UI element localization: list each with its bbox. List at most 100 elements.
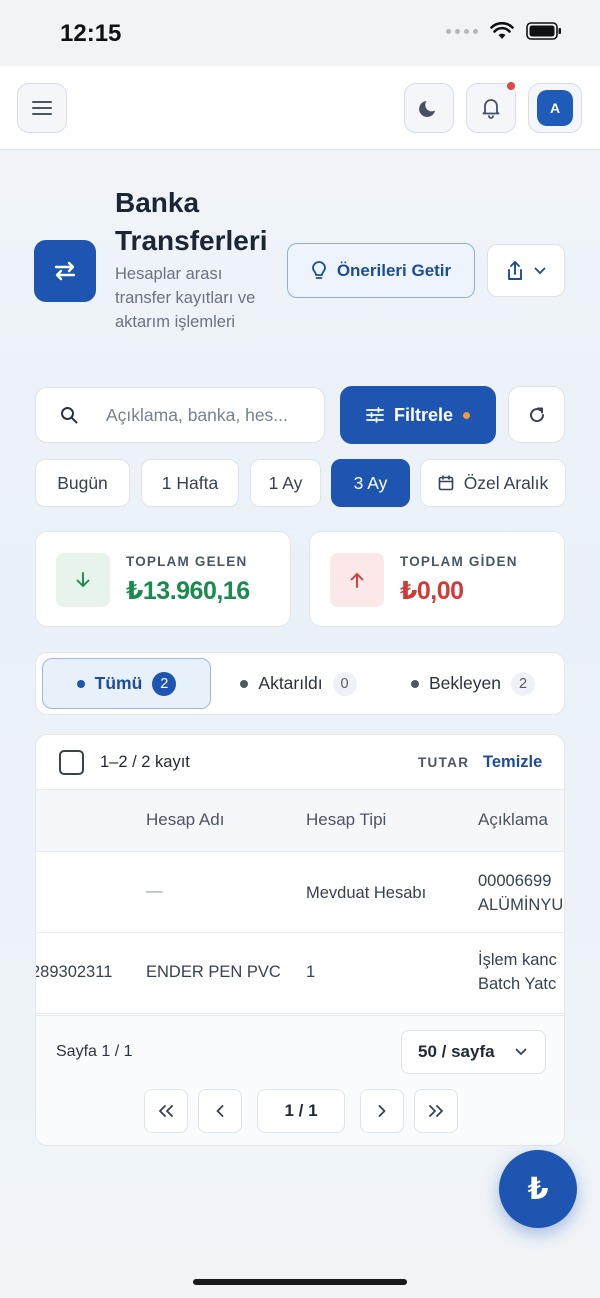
range-chip-label: 3 Ay xyxy=(353,472,388,493)
chevrons-left-icon xyxy=(159,1105,173,1117)
sliders-icon xyxy=(366,407,384,423)
status-icons xyxy=(446,22,562,40)
next-page-button[interactable] xyxy=(360,1089,404,1133)
first-page-button[interactable] xyxy=(144,1089,188,1133)
range-chip-1-month[interactable]: 1 Ay xyxy=(250,459,321,507)
moon-icon xyxy=(419,101,435,117)
transfers-grid[interactable]: Hesap Adı Hesap Tipi Açıklama — Mevduat … xyxy=(36,790,564,1015)
lira-icon: ₺ xyxy=(527,1172,549,1206)
signal-dots-icon xyxy=(446,28,478,34)
table-row[interactable]: — Mevduat Hesabı 00006699 ALÜMİNYUM xyxy=(36,852,564,933)
range-chip-3-months[interactable]: 3 Ay xyxy=(331,459,410,507)
tab-count-badge: 2 xyxy=(511,671,535,696)
range-chip-today[interactable]: Bugün xyxy=(35,459,130,507)
page-icon xyxy=(34,240,96,302)
clear-button[interactable]: Temizle xyxy=(483,753,542,772)
tab-pending[interactable]: Bekleyen 2 xyxy=(398,658,548,709)
page-label: Sayfa 1 / 1 xyxy=(56,1043,133,1060)
range-chip-label: Özel Aralık xyxy=(463,472,549,493)
column-header-description[interactable]: Açıklama xyxy=(478,810,548,830)
stat-label: TOPLAM GELEN xyxy=(126,554,248,569)
wifi-icon xyxy=(490,22,514,39)
cell-account-number: 289302311 xyxy=(36,963,113,981)
tab-label: Bekleyen xyxy=(429,673,501,693)
theme-toggle-button[interactable] xyxy=(404,83,454,133)
tab-bullet xyxy=(76,679,85,688)
cell-description-line1: 00006699 xyxy=(478,872,552,890)
range-chip-label: 1 Hafta xyxy=(161,472,219,493)
avatar: A xyxy=(537,90,573,126)
tab-label: Tümü xyxy=(94,673,143,693)
range-chip-custom[interactable]: Özel Aralık xyxy=(420,459,566,507)
profile-button[interactable]: A xyxy=(528,83,582,133)
transfer-arrows-icon xyxy=(54,261,76,281)
stat-label: TOPLAM GİDEN xyxy=(400,554,518,569)
transfers-table-card: 1–2 / 2 kayıt TUTAR Temizle Hesap Adı He… xyxy=(35,734,565,1146)
page-title: Banka Transferleri xyxy=(115,187,268,256)
range-chip-label: Bugün xyxy=(57,472,108,493)
page-subtitle: Hesaplar arası transfer kayıtları ve akt… xyxy=(115,265,256,331)
bell-icon xyxy=(482,99,500,119)
per-page-value: 50 / sayfa xyxy=(418,1042,495,1061)
filter-active-dot xyxy=(463,411,471,419)
battery-icon xyxy=(526,22,561,40)
current-page-indicator[interactable]: 1 / 1 xyxy=(257,1089,345,1133)
sort-label[interactable]: TUTAR xyxy=(418,755,469,770)
arrow-down-icon xyxy=(56,553,110,607)
status-time: 12:15 xyxy=(60,20,122,47)
search-input[interactable] xyxy=(106,404,321,426)
tab-count-badge: 2 xyxy=(152,671,177,696)
select-all-checkbox[interactable] xyxy=(59,750,84,775)
search-icon xyxy=(60,406,78,424)
table-toolbar: 1–2 / 2 kayıt TUTAR Temizle xyxy=(36,735,564,790)
chevrons-right-icon xyxy=(429,1105,443,1117)
range-chip-1-week[interactable]: 1 Hafta xyxy=(141,459,239,507)
tab-all[interactable]: Tümü 2 xyxy=(42,658,211,709)
new-transfer-fab[interactable]: ₺ xyxy=(499,1150,577,1228)
column-header-account-name[interactable]: Hesap Adı xyxy=(146,810,224,830)
get-suggestions-label: Önerileri Getir xyxy=(336,260,452,280)
notification-dot xyxy=(507,82,515,90)
app-topbar: A xyxy=(0,66,600,150)
tab-label: Aktarıldı xyxy=(258,673,323,693)
prev-page-button[interactable] xyxy=(198,1089,242,1133)
stat-value: ₺0,00 xyxy=(400,577,464,605)
notifications-button[interactable] xyxy=(466,82,516,133)
filter-button[interactable]: Filtrele xyxy=(340,386,496,444)
status-bar: 12:15 xyxy=(0,0,600,66)
search-box[interactable] xyxy=(35,387,325,443)
lightbulb-icon xyxy=(311,260,326,279)
hamburger-icon xyxy=(32,101,52,115)
export-dropdown-button[interactable] xyxy=(487,244,565,297)
stat-card-incoming: TOPLAM GELEN ₺13.960,16 xyxy=(35,531,291,627)
home-indicator-area xyxy=(0,1250,600,1298)
tab-bullet xyxy=(411,679,419,688)
share-icon xyxy=(508,260,522,280)
chevron-right-icon xyxy=(378,1105,386,1117)
cell-account-name: ENDER PEN PVC xyxy=(146,963,281,981)
get-suggestions-button[interactable]: Önerileri Getir xyxy=(287,243,475,298)
menu-button[interactable] xyxy=(17,83,67,133)
table-row[interactable]: 289302311 ENDER PEN PVC 1 İşlem kanc Bat… xyxy=(36,933,564,1014)
refresh-button[interactable] xyxy=(508,386,565,443)
stat-card-outgoing: TOPLAM GİDEN ₺0,00 xyxy=(309,531,565,627)
record-count: 1–2 / 2 kayıt xyxy=(100,753,190,771)
cell-account-name: — xyxy=(146,882,163,900)
column-header-account-type[interactable]: Hesap Tipi xyxy=(306,810,386,830)
range-chip-label: 1 Ay xyxy=(268,472,303,493)
chevron-down-icon xyxy=(515,1048,527,1055)
chevron-down-icon xyxy=(534,267,546,274)
tab-bullet xyxy=(240,679,249,688)
last-page-button[interactable] xyxy=(414,1089,458,1133)
home-indicator[interactable] xyxy=(193,1279,407,1285)
cell-description-line2: Batch Yatc xyxy=(478,975,557,993)
per-page-select[interactable]: 50 / sayfa xyxy=(401,1030,546,1074)
filter-label: Filtrele xyxy=(393,404,454,425)
stat-value: ₺13.960,16 xyxy=(126,577,250,605)
cell-description-line2: ALÜMİNYUM xyxy=(478,896,564,914)
grid-header: Hesap Adı Hesap Tipi Açıklama xyxy=(36,790,564,852)
refresh-icon xyxy=(529,407,544,422)
status-tabs: Tümü 2 Aktarıldı 0 Bekleyen 2 xyxy=(35,652,565,715)
tab-transferred[interactable]: Aktarıldı 0 xyxy=(226,658,371,709)
tab-count-badge: 0 xyxy=(332,671,357,696)
